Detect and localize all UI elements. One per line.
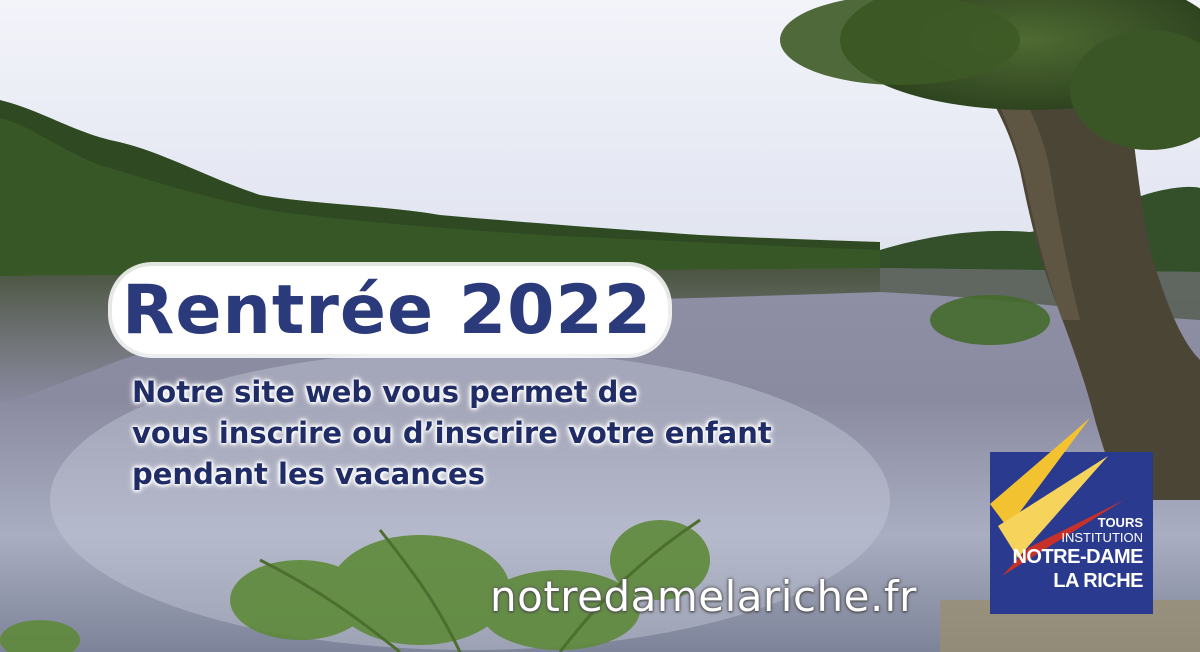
description-text: Notre site web vous permet de vous inscr… — [132, 372, 772, 495]
banner: Rentrée 2022 Notre site web vous permet … — [0, 0, 1200, 652]
logo-line-1: TOURS — [1097, 515, 1143, 530]
description-line: pendant les vacances — [132, 457, 485, 491]
school-logo: TOURS INSTITUTION NOTRE-DAME LA RICHE — [990, 418, 1153, 614]
description-line: Notre site web vous permet de — [132, 375, 639, 409]
logo-line-2: INSTITUTION — [1061, 530, 1143, 545]
logo-line-3: NOTRE-DAME — [1012, 546, 1143, 568]
logo-line-4: LA RICHE — [1053, 570, 1143, 592]
website-url[interactable]: notredamelariche.fr — [490, 572, 917, 621]
headline: Rentrée 2022 — [112, 266, 669, 354]
description-line: vous inscrire ou d’inscrire votre enfant — [132, 416, 772, 450]
